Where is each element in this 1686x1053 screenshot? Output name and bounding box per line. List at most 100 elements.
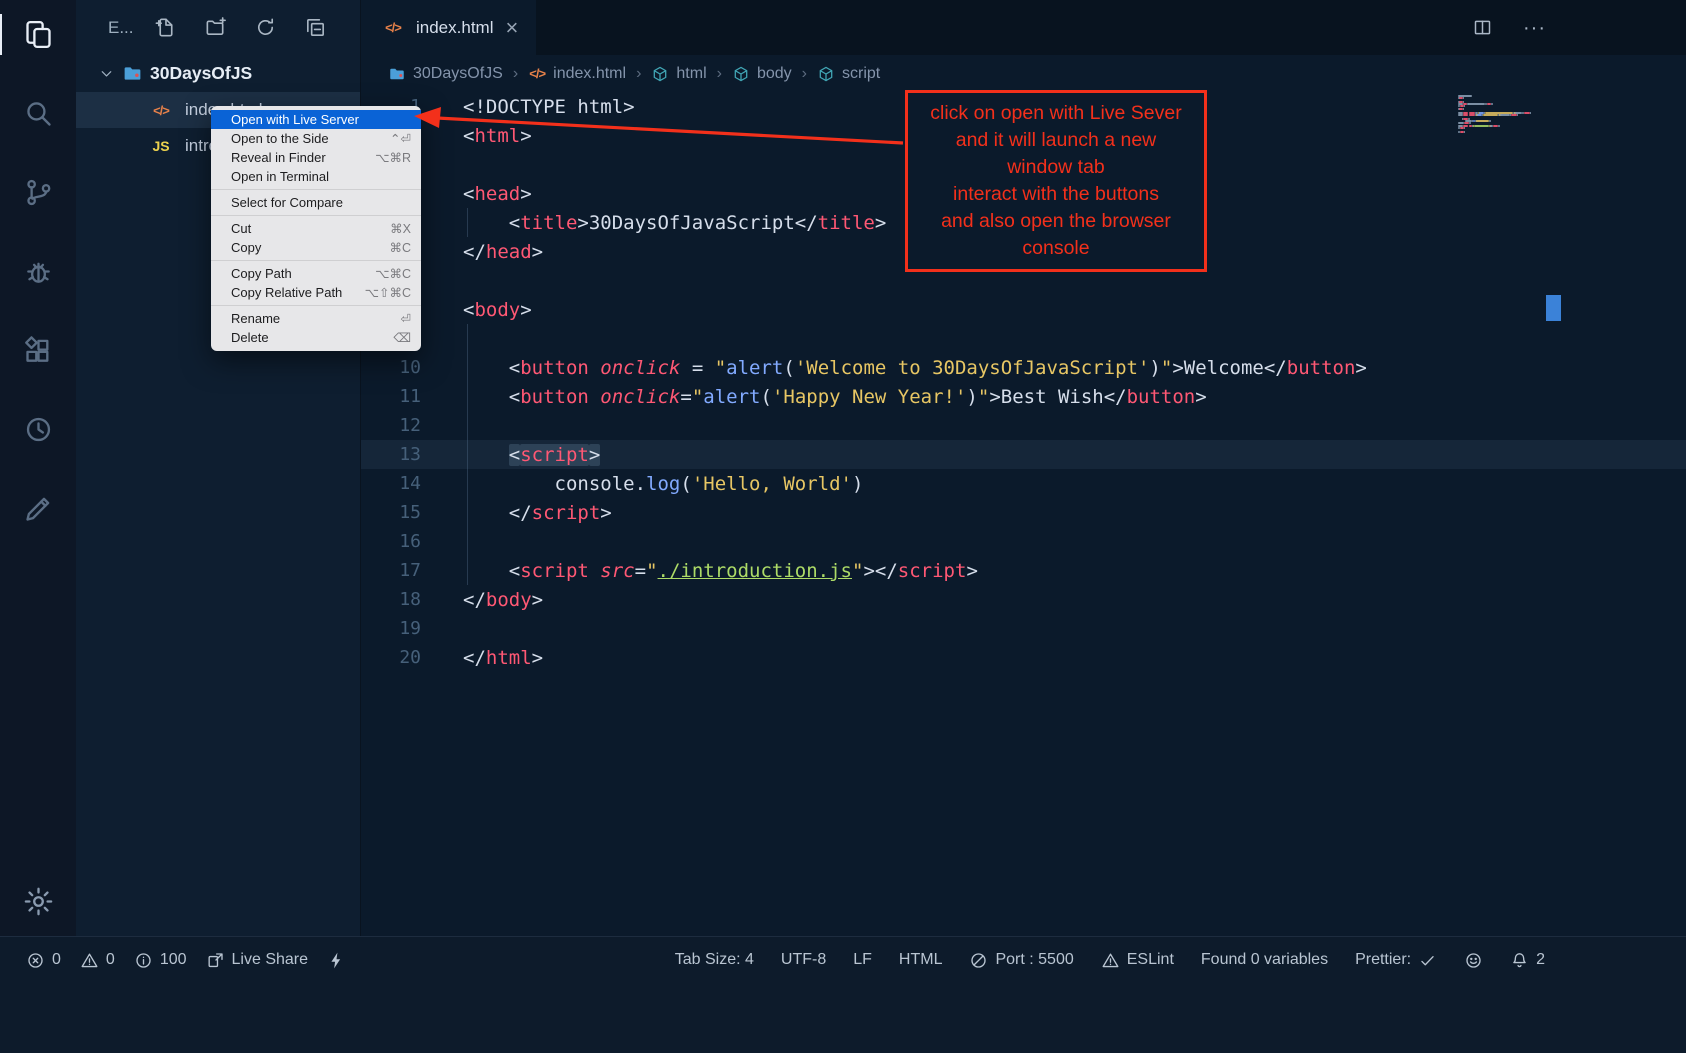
explorer-header: E... (76, 0, 360, 55)
code-line[interactable]: 11 <button onclick="alert('Happy New Yea… (360, 382, 1686, 411)
debug-icon[interactable] (0, 255, 76, 288)
folder-icon (388, 65, 406, 83)
port-icon (969, 951, 988, 970)
split-editor-icon[interactable] (1472, 17, 1493, 38)
menu-item-delete[interactable]: Delete⌫ (211, 328, 421, 347)
menu-item-open-in-terminal[interactable]: Open in Terminal (211, 167, 421, 186)
html-file-icon: </> (528, 65, 546, 83)
code-line[interactable]: 17 <script src="./introduction.js"></scr… (360, 556, 1686, 585)
extensions-icon[interactable] (0, 334, 76, 367)
timeline-icon[interactable] (0, 413, 76, 446)
collapse-all-icon[interactable] (304, 16, 327, 39)
source-control-icon[interactable] (0, 176, 76, 209)
code-text: </head> (463, 241, 543, 263)
status-tab-size[interactable]: Tab Size: 4 (675, 951, 754, 969)
annotation-text-line: click on open with Live Sever (912, 100, 1200, 127)
symbol-icon (732, 65, 750, 83)
code-line[interactable]: 9 (360, 324, 1686, 353)
js-file-icon: JS (148, 138, 174, 154)
menu-item-cut[interactable]: Cut⌘X (211, 219, 421, 238)
indent-guide (467, 324, 468, 585)
settings-gear-icon[interactable] (22, 885, 55, 918)
new-folder-icon[interactable] (204, 16, 227, 39)
code-text: </html> (463, 647, 543, 669)
folder-row-30daysofjs[interactable]: 30DaysOfJS (76, 55, 360, 92)
code-text: <!DOCTYPE html> (463, 96, 635, 118)
breadcrumb-item-script[interactable]: script (817, 65, 880, 83)
line-number: 12 (360, 415, 421, 436)
root-folder-label: 30DaysOfJS (150, 63, 252, 84)
breadcrumb-item-html[interactable]: html (651, 65, 706, 83)
breadcrumb-item-30daysofjs[interactable]: 30DaysOfJS (388, 65, 503, 83)
annotation-text-line: and it will launch a new (912, 127, 1200, 154)
code-line[interactable]: 14 console.log('Hello, World') (360, 469, 1686, 498)
code-line[interactable]: 12 (360, 411, 1686, 440)
explorer-icon[interactable] (0, 18, 76, 51)
menu-separator (211, 189, 421, 190)
menu-item-copy[interactable]: Copy⌘C (211, 238, 421, 257)
line-number: 13 (360, 444, 421, 465)
status-warnings[interactable]: 0 (80, 951, 115, 970)
menu-item-open-to-the-side[interactable]: Open to the Side⌃⏎ (211, 129, 421, 148)
live-share-icon (206, 951, 225, 970)
symbol-icon (817, 65, 835, 83)
breadcrumb-item-body[interactable]: body (732, 65, 792, 83)
menu-item-copy-relative-path[interactable]: Copy Relative Path⌥⇧⌘C (211, 283, 421, 302)
breadcrumb-separator: › (717, 65, 722, 83)
line-number: 20 (360, 647, 421, 668)
more-actions-icon[interactable]: ··· (1523, 24, 1546, 32)
code-line[interactable]: 13 <script> (360, 440, 1686, 469)
annotation-text-line: window tab (912, 154, 1200, 181)
close-icon[interactable]: × (503, 17, 520, 39)
status-eol[interactable]: LF (853, 951, 872, 969)
menu-item-reveal-in-finder[interactable]: Reveal in Finder⌥⌘R (211, 148, 421, 167)
code-line[interactable]: 16 (360, 527, 1686, 556)
code-line[interactable]: 15 </script> (360, 498, 1686, 527)
status-language[interactable]: HTML (899, 951, 943, 969)
status-encoding[interactable]: UTF-8 (781, 951, 826, 969)
code-line[interactable]: 20 </html> (360, 643, 1686, 672)
search-icon[interactable] (0, 97, 76, 130)
folder-icon (122, 63, 143, 84)
status-port[interactable]: Port : 5500 (969, 951, 1073, 970)
smiley-icon (1464, 951, 1483, 970)
bolt-icon (327, 951, 346, 970)
symbol-icon (651, 65, 669, 83)
minimap[interactable] (1458, 95, 1546, 145)
status-errors[interactable]: 0 (26, 951, 61, 970)
feedback-icon[interactable] (0, 492, 76, 525)
breadcrumb: 30DaysOfJS›</>index.html›html›body›scrip… (360, 55, 1686, 92)
indent-guide (467, 208, 468, 237)
vscode-window: E... 30DaysOfJS </>index.htmlJSintroduct… (0, 0, 1686, 1053)
status-live-share[interactable]: Live Share (206, 951, 309, 970)
error-icon (26, 951, 45, 970)
html-file-icon: </> (148, 103, 174, 118)
status-prettier[interactable]: Prettier: (1355, 951, 1437, 970)
code-line[interactable]: 10 <button onclick = "alert('Welcome to … (360, 353, 1686, 382)
status-quick-action[interactable] (327, 951, 346, 970)
new-file-icon[interactable] (154, 16, 177, 39)
line-number: 16 (360, 531, 421, 552)
status-info[interactable]: 100 (134, 951, 187, 970)
code-line[interactable]: 19 (360, 614, 1686, 643)
code-text: <button onclick = "alert('Welcome to 30D… (463, 357, 1367, 379)
status-feedback[interactable] (1464, 951, 1483, 970)
check-icon (1418, 951, 1437, 970)
code-line[interactable]: 18</body> (360, 585, 1686, 614)
code-text: </body> (463, 589, 543, 611)
breadcrumb-item-index-html[interactable]: </>index.html (528, 65, 626, 83)
refresh-icon[interactable] (254, 16, 277, 39)
status-found-variables[interactable]: Found 0 variables (1201, 951, 1328, 969)
menu-item-open-with-live-server[interactable]: Open with Live Server (211, 110, 421, 129)
code-text: <title>30DaysOfJavaScript</title> (463, 212, 886, 234)
code-text: <script src="./introduction.js"></script… (463, 560, 978, 582)
code-text: <head> (463, 183, 532, 205)
status-eslint[interactable]: ESLint (1101, 951, 1174, 970)
code-text: <button onclick="alert('Happy New Year!'… (463, 386, 1207, 408)
code-line[interactable]: 8<body> (360, 295, 1686, 324)
menu-item-select-for-compare[interactable]: Select for Compare (211, 193, 421, 212)
menu-item-rename[interactable]: Rename⏎ (211, 309, 421, 328)
tab-index-html[interactable]: </> index.html × (360, 0, 536, 55)
menu-item-copy-path[interactable]: Copy Path⌥⌘C (211, 264, 421, 283)
status-notifications[interactable]: 2 (1510, 951, 1545, 970)
